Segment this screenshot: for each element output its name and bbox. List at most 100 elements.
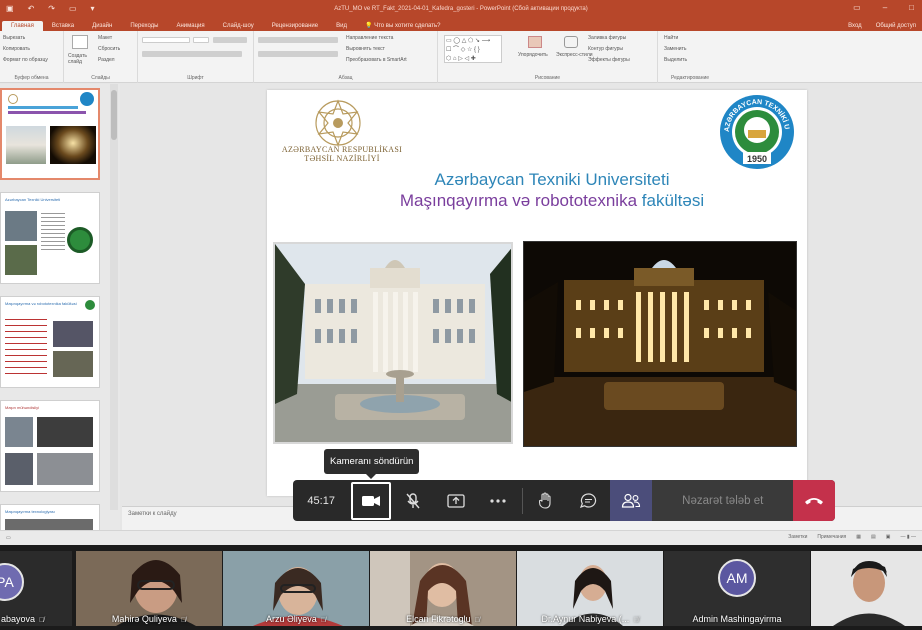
notes-toggle[interactable]: Заметки [788, 534, 807, 540]
thumb-5-photo [5, 519, 93, 530]
participants-strip: PA abayova🎙̸ Mahirə Quliyeva🎙̸ Arzu Əliy… [0, 545, 922, 630]
thumb-2-title: Azərbaycan Texniki Universiteti [5, 197, 61, 202]
slide-thumbnail-4[interactable]: Maşın mühəndisliyi [0, 400, 100, 492]
shape-fill-button[interactable]: Заливка фигуры [588, 35, 626, 41]
raise-hand-button[interactable] [524, 480, 567, 521]
slide-thumbnail-5[interactable]: Maşınqayırma texnologiyası [0, 504, 100, 530]
group-drawing: ▭ ◯ △ ⬠ ↘ ⟶ ☐ ⌒ ◇ ☆ { } ⬡ ⌂ ▷ ◁ ✚ Упорядоч… [438, 31, 658, 83]
font-size-buttons[interactable] [213, 37, 247, 43]
tab-slideshow[interactable]: Слайд-шоу [214, 21, 263, 31]
smartart-button[interactable]: Преобразовать в SmartArt [346, 57, 407, 63]
chat-button[interactable] [567, 480, 610, 521]
copy-button[interactable]: Копировать [3, 46, 30, 52]
sorter-view-icon[interactable]: ▤ [871, 534, 876, 540]
main-slide[interactable]: AZƏRBAYCAN RESPUBLİKASI TƏHSİL NAZİRLİYİ… [267, 90, 807, 496]
replace-button[interactable]: Заменить [664, 46, 686, 52]
share-screen-button[interactable] [434, 480, 477, 521]
mic-muted-icon: 🎙̸ [633, 617, 639, 624]
comments-toggle[interactable]: Примечания [817, 534, 846, 540]
slide-thumbnail-2[interactable]: Azərbaycan Texniki Universiteti [0, 192, 100, 284]
shape-effects-button[interactable]: Эффекты фигуры [588, 57, 630, 63]
title-bar: ▣ ↶ ↷ ▭ ▾ AzTU_MO ve RT_Fakt_2021-04-01_… [0, 0, 922, 17]
new-slide-icon[interactable] [72, 35, 88, 49]
new-slide-button[interactable]: Создать слайд [68, 53, 96, 65]
tab-home[interactable]: Главная [2, 21, 43, 31]
share-button[interactable]: Общий доступ [876, 23, 916, 29]
section-button[interactable]: Раздел [98, 57, 115, 63]
zoom-slider[interactable]: — ▮ — [900, 534, 916, 540]
building-night-illustration [524, 242, 796, 446]
drawing-label: Рисование [534, 75, 561, 81]
thumb-2-text [41, 213, 65, 253]
cut-button[interactable]: Вырезать [3, 35, 25, 41]
mic-button[interactable] [392, 480, 435, 521]
tab-view[interactable]: Вид [327, 21, 356, 31]
thumb-4-photo-b [37, 417, 93, 447]
thumb-photo-night [50, 126, 96, 164]
font-name-select[interactable] [142, 37, 190, 43]
participant-tile[interactable]: Elcan Fikrətoglu 🎙̸ [370, 551, 516, 626]
participant-tile[interactable]: PA abayova🎙̸ [0, 551, 72, 626]
participant-tile[interactable]: AM Admin Mashingayirma [664, 551, 810, 626]
hang-up-button[interactable] [793, 480, 835, 521]
ministry-line-2: TƏHSİL NAZİRLİYİ [304, 154, 380, 163]
ribbon-display-icon[interactable]: ▭ [853, 3, 861, 12]
meeting-timer: 45:17 [307, 494, 335, 507]
format-painter-button[interactable]: Формат по образцу [3, 57, 48, 63]
text-direction-button[interactable]: Направление текста [346, 35, 393, 41]
tab-animations[interactable]: Анимация [167, 21, 213, 31]
clipboard-label: Буфер обмена [14, 75, 49, 81]
thumb-title-line [8, 106, 78, 109]
university-title: Azərbaycan Texniki Universiteti [434, 170, 670, 189]
maximize-icon[interactable]: □ [909, 3, 914, 12]
font-size-select[interactable] [193, 37, 209, 43]
list-buttons[interactable] [258, 37, 338, 43]
participant-name-row: Dr.Aynur Nabiyeva (... 🎙̸ [517, 614, 663, 624]
shapes-gallery[interactable]: ▭ ◯ △ ⬠ ↘ ⟶ ☐ ⌒ ◇ ☆ { } ⬡ ⌂ ▷ ◁ ✚ [444, 35, 502, 63]
participants-button[interactable] [609, 480, 653, 521]
mic-muted-icon: 🎙̸ [474, 617, 480, 624]
scrollbar-thumb[interactable] [111, 90, 117, 140]
minimize-icon[interactable]: – [883, 3, 887, 12]
sign-in-link[interactable]: Вход [848, 23, 862, 29]
shape-outline-button[interactable]: Контур фигуры [588, 46, 623, 52]
camera-button[interactable] [351, 481, 391, 520]
request-control-button[interactable]: Nəzarət tələb et [652, 480, 794, 521]
group-clipboard: Вырезать Копировать Формат по образцу Бу… [0, 31, 64, 83]
reset-button[interactable]: Сбросить [98, 46, 120, 52]
reading-view-icon[interactable]: ▣ [886, 534, 891, 540]
participant-tile[interactable] [811, 551, 922, 626]
ribbon-tabs: Главная Вставка Дизайн Переходы Анимация… [0, 17, 922, 31]
avatar: AM [718, 559, 756, 597]
tab-review[interactable]: Рецензирование [263, 21, 327, 31]
font-format-buttons[interactable] [142, 51, 242, 57]
arrange-icon[interactable] [528, 36, 542, 48]
camera-icon [362, 495, 381, 506]
normal-view-icon[interactable]: ▦ [856, 534, 861, 540]
more-actions-button[interactable] [477, 480, 520, 521]
layout-button[interactable]: Макет [98, 35, 112, 41]
slide-thumbnail-1[interactable] [0, 88, 100, 180]
arrange-button[interactable]: Упорядочить [518, 52, 548, 58]
participant-tile[interactable]: Dr.Aynur Nabiyeva (... 🎙̸ [517, 551, 663, 626]
participant-tile[interactable]: Arzu Əliyeva 🎙̸ [223, 551, 369, 626]
tell-me-box[interactable]: 💡 Что вы хотите сделать? [356, 20, 449, 31]
window-controls: ▭ – □ [853, 3, 914, 12]
group-editing: Найти Заменить Выделить Редактирование [658, 31, 722, 83]
tab-transitions[interactable]: Переходы [121, 21, 167, 31]
window-title: AzTU_MO ve RT_Fakt_2021-04-01_Kafedra_go… [334, 5, 588, 12]
find-button[interactable]: Найти [664, 35, 678, 41]
thumb-2-photo-a [5, 211, 37, 241]
tab-insert[interactable]: Вставка [43, 21, 83, 31]
select-button[interactable]: Выделить [664, 57, 687, 63]
slide-thumbnail-3[interactable]: Maşınqayırma və robototexnika fakültəsi [0, 296, 100, 388]
align-buttons[interactable] [258, 51, 338, 57]
participant-tile[interactable]: Mahirə Quliyeva 🎙̸ [76, 551, 222, 626]
align-text-button[interactable]: Выровнять текст [346, 46, 385, 52]
tab-design[interactable]: Дизайн [83, 21, 121, 31]
avatar: PA [0, 563, 24, 601]
quick-styles-icon[interactable] [564, 36, 578, 48]
thumbnail-scrollbar[interactable] [110, 84, 118, 510]
mic-muted-icon: 🎙̸ [39, 617, 45, 624]
participant-name-row: Arzu Əliyeva 🎙̸ [223, 614, 369, 624]
